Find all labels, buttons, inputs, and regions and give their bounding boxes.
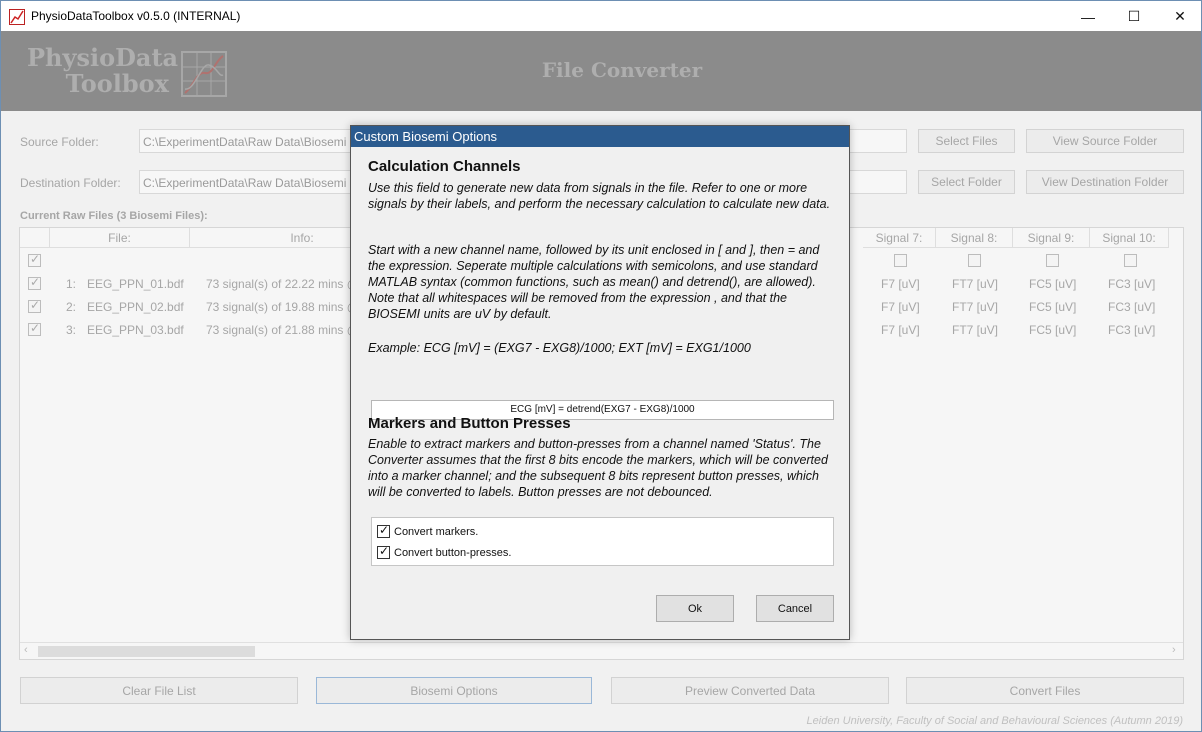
calculation-description: Use this field to generate new data from… — [368, 181, 831, 211]
maximize-button[interactable]: ☐ — [1111, 1, 1157, 32]
view-destination-folder-button[interactable]: View Destination Folder — [1026, 170, 1184, 194]
select-folder-button[interactable]: Select Folder — [918, 170, 1015, 194]
row-2-info: 73 signal(s) of 19.88 mins @ — [206, 300, 359, 314]
view-source-folder-button[interactable]: View Source Folder — [1026, 129, 1184, 153]
convert-files-button[interactable]: Convert Files — [906, 677, 1184, 704]
convert-markers-checkbox[interactable] — [377, 523, 390, 538]
footer-credit: Leiden University, Faculty of Social and… — [806, 715, 1183, 727]
row-2-file: EEG_PPN_02.bdf — [87, 300, 184, 314]
signal-7-checkbox[interactable] — [894, 254, 907, 267]
header-select — [20, 228, 50, 248]
file-list-label: Current Raw Files (3 Biosemi Files): — [20, 210, 208, 222]
header-banner: PhysioData Toolbox File Converter — [1, 31, 1201, 111]
row-1-signal-10: FC3 [uV] — [1108, 277, 1156, 291]
markers-heading: Markers and Button Presses — [368, 415, 571, 432]
row-1-checkbox[interactable] — [28, 275, 41, 290]
row-1-info: 73 signal(s) of 22.22 mins @ — [206, 277, 359, 291]
markers-options-box: Convert markers. Convert button-presses. — [371, 517, 834, 566]
signal-9-checkbox[interactable] — [1046, 254, 1059, 267]
window-title: PhysioDataToolbox v0.5.0 (INTERNAL) — [31, 9, 241, 23]
row-2-signal-7: F7 [uV] — [881, 300, 920, 314]
signal-8-checkbox[interactable] — [968, 254, 981, 267]
convert-button-presses-checkbox[interactable] — [377, 544, 390, 559]
row-3-file: EEG_PPN_03.bdf — [87, 323, 184, 337]
row-2-signal-8: FT7 [uV] — [952, 300, 999, 314]
header-signal-10[interactable]: Signal 10: — [1090, 228, 1169, 248]
select-files-button[interactable]: Select Files — [918, 129, 1015, 153]
row-3-number: 3: — [66, 323, 77, 337]
dialog-title: Custom Biosemi Options — [351, 126, 849, 147]
close-button[interactable]: ✕ — [1157, 1, 1202, 32]
row-3-signal-10: FC3 [uV] — [1108, 323, 1156, 337]
convert-button-presses-label: Convert button-presses. — [394, 546, 512, 559]
convert-markers-label: Convert markers. — [394, 525, 479, 538]
app-icon — [9, 9, 25, 25]
header-signal-7[interactable]: Signal 7: — [863, 228, 936, 248]
header-signal-8[interactable]: Signal 8: — [936, 228, 1013, 248]
minimize-button[interactable]: — — [1065, 1, 1111, 32]
row-3-signal-9: FC5 [uV] — [1029, 323, 1077, 337]
title-bar: PhysioDataToolbox v0.5.0 (INTERNAL) — ☐ … — [0, 0, 1202, 31]
row-1-signal-9: FC5 [uV] — [1029, 277, 1077, 291]
page-title: File Converter — [541, 58, 703, 82]
calculation-channels-heading: Calculation Channels — [368, 158, 521, 175]
select-all-checkbox[interactable] — [28, 252, 41, 267]
signal-10-checkbox[interactable] — [1124, 254, 1137, 267]
row-2-checkbox[interactable] — [28, 298, 41, 313]
header-file[interactable]: File: — [50, 228, 190, 248]
biosemi-options-button[interactable]: Biosemi Options — [316, 677, 592, 704]
row-2-number: 2: — [66, 300, 77, 314]
markers-description: Enable to extract markers and button-pre… — [368, 437, 828, 499]
row-3-signal-7: F7 [uV] — [881, 323, 920, 337]
calculation-example: Example: ECG [mV] = (EXG7 - EXG8)/1000; … — [368, 341, 751, 355]
header-signal-9[interactable]: Signal 9: — [1013, 228, 1090, 248]
destination-folder-label: Destination Folder: — [20, 176, 121, 190]
row-2-signal-9: FC5 [uV] — [1029, 300, 1077, 314]
row-1-signal-7: F7 [uV] — [881, 277, 920, 291]
scroll-thumb[interactable] — [38, 646, 255, 657]
scroll-left-icon[interactable]: ‹ — [24, 644, 28, 656]
row-3-checkbox[interactable] — [28, 321, 41, 336]
horizontal-scrollbar[interactable]: ‹ › — [20, 642, 1183, 659]
convert-button-presses-option[interactable]: Convert button-presses. — [377, 544, 512, 559]
row-3-signal-8: FT7 [uV] — [952, 323, 999, 337]
row-1-file: EEG_PPN_01.bdf — [87, 277, 184, 291]
row-3-info: 73 signal(s) of 21.88 mins @ — [206, 323, 359, 337]
source-folder-label: Source Folder: — [20, 135, 99, 149]
cancel-button[interactable]: Cancel — [756, 595, 834, 622]
clear-file-list-button[interactable]: Clear File List — [20, 677, 298, 704]
scroll-right-icon[interactable]: › — [1172, 644, 1176, 656]
preview-converted-data-button[interactable]: Preview Converted Data — [611, 677, 889, 704]
convert-markers-option[interactable]: Convert markers. — [377, 523, 479, 538]
calculation-instructions: Start with a new channel name, followed … — [368, 243, 820, 321]
custom-biosemi-options-dialog: Custom Biosemi Options Calculation Chann… — [350, 125, 850, 640]
row-1-number: 1: — [66, 277, 77, 291]
row-1-signal-8: FT7 [uV] — [952, 277, 999, 291]
ok-button[interactable]: Ok — [656, 595, 734, 622]
row-2-signal-10: FC3 [uV] — [1108, 300, 1156, 314]
